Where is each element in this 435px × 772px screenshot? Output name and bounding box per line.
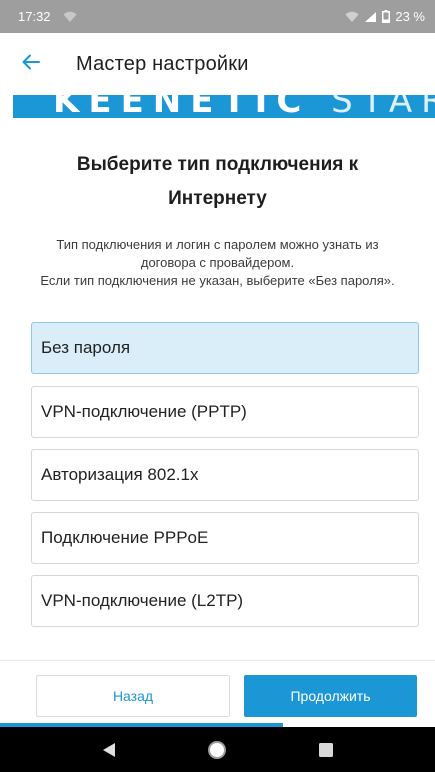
- nav-recents-icon[interactable]: [306, 730, 346, 770]
- option-label: VPN-подключение (L2TP): [41, 591, 244, 610]
- battery-icon: [382, 10, 391, 23]
- nav-back-icon[interactable]: [89, 730, 129, 770]
- footer-divider: [0, 660, 435, 661]
- page-title: Мастер настройки: [76, 52, 249, 75]
- option-vpn-pptp[interactable]: VPN-подключение (PPTP): [31, 386, 419, 438]
- status-right: 23 %: [345, 9, 425, 24]
- option-label: Авторизация 802.1x: [41, 465, 199, 484]
- status-time: 17:32: [18, 9, 51, 24]
- status-left: 17:32: [18, 9, 77, 24]
- description-line: Если тип подключения не указан, выберите…: [40, 273, 395, 288]
- wifi-icon: [63, 11, 77, 23]
- status-bar: 17:32 23 %: [0, 0, 435, 33]
- option-label: Подключение PPPoE: [41, 528, 209, 547]
- signal-icon: [364, 11, 377, 23]
- app-bar: Мастер настройки: [0, 33, 435, 95]
- nav-home-icon[interactable]: [197, 730, 237, 770]
- continue-button[interactable]: Продолжить: [244, 675, 417, 717]
- arrow-left-icon: [22, 54, 40, 75]
- back-step-button[interactable]: Назад: [36, 675, 230, 717]
- option-vpn-l2tp[interactable]: VPN-подключение (L2TP): [31, 575, 419, 627]
- description-line: Тип подключения и логин с паролем можно …: [56, 237, 379, 270]
- option-no-password[interactable]: Без пароля: [31, 322, 419, 374]
- option-auth-8021x[interactable]: Авторизация 802.1x: [31, 449, 419, 501]
- wifi-icon: [345, 11, 359, 23]
- back-button[interactable]: [0, 33, 62, 95]
- option-label: VPN-подключение (PPTP): [41, 402, 247, 421]
- option-label: Без пароля: [41, 338, 131, 357]
- system-nav-bar: [0, 727, 435, 772]
- section-heading: Выберите тип подключения к Интернету: [76, 154, 359, 209]
- battery-percent: 23 %: [395, 9, 425, 24]
- section-description: Тип подключения и логин с паролем можно …: [30, 236, 405, 290]
- brand-banner: KEENETIC START: [13, 95, 435, 118]
- brand-logo: KEENETIC START: [53, 95, 435, 118]
- option-pppoe[interactable]: Подключение PPPoE: [31, 512, 419, 564]
